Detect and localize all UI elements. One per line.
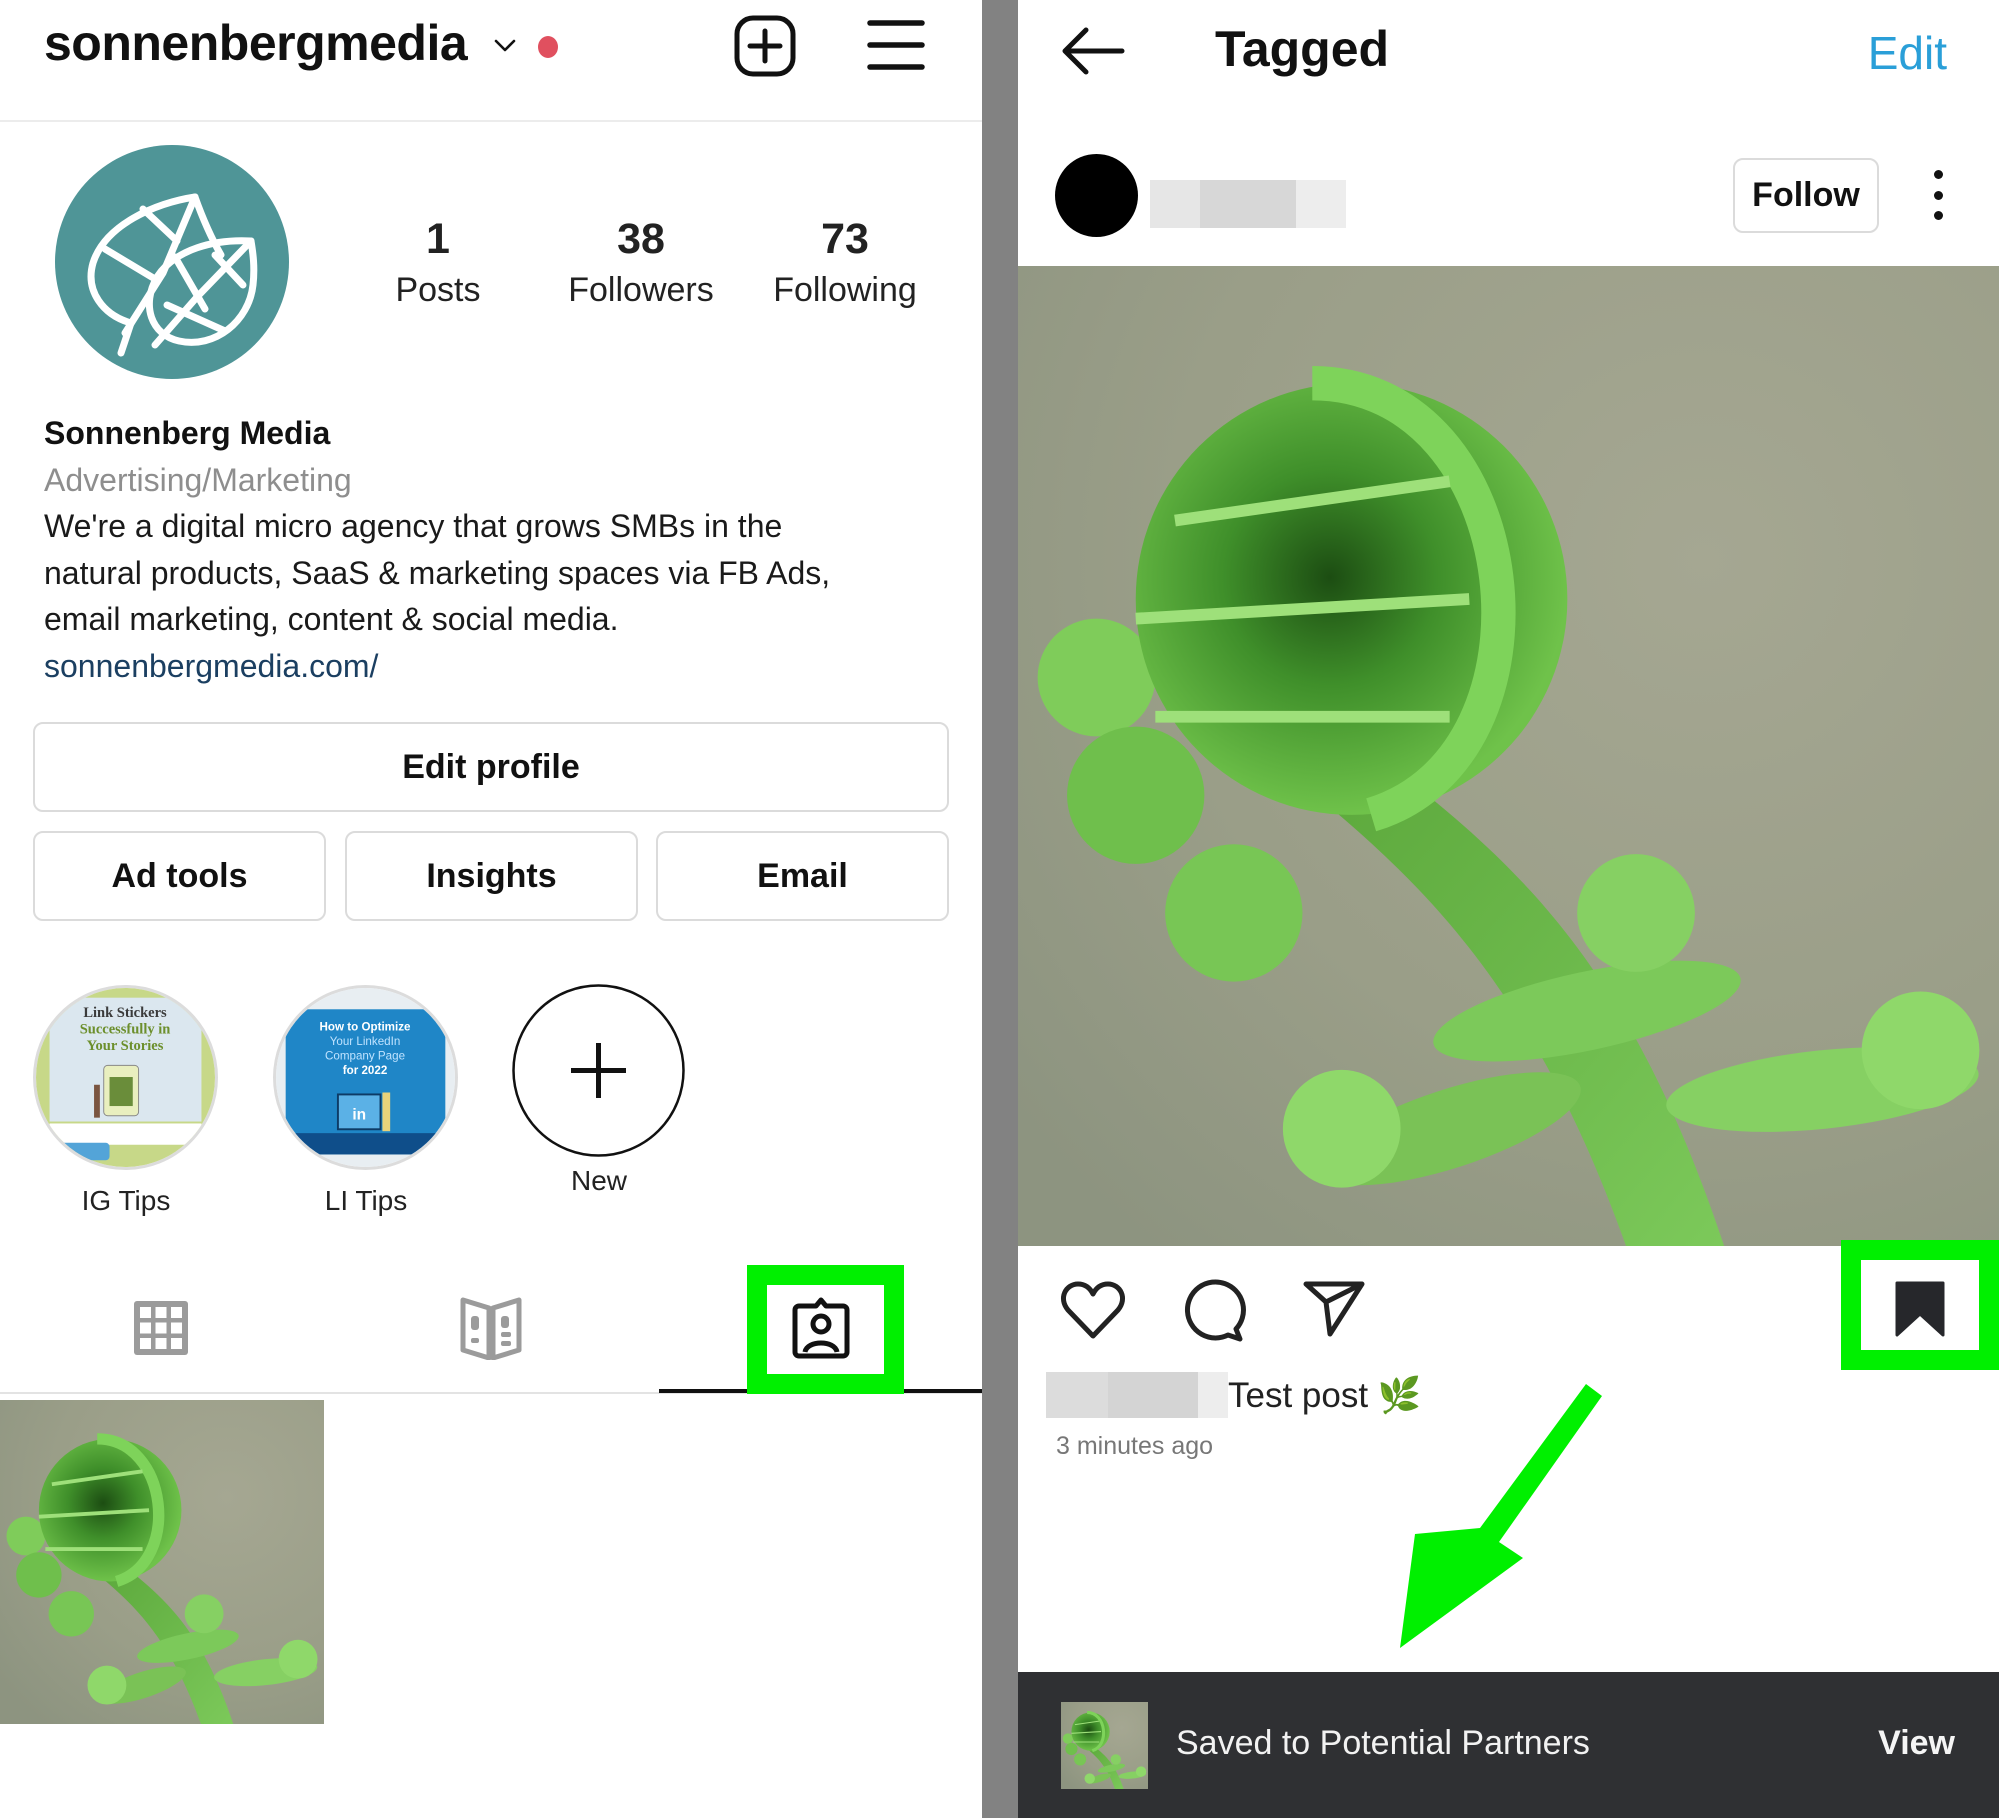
bio-line: email marketing, content & social media. bbox=[44, 601, 619, 637]
post-author-name-redacted[interactable] bbox=[1150, 180, 1346, 228]
notification-dot bbox=[538, 36, 558, 58]
share-icon[interactable] bbox=[1302, 1280, 1366, 1338]
tab-guides[interactable] bbox=[411, 1275, 571, 1380]
profile-bio: Sonnenberg Media Advertising/Marketing W… bbox=[44, 410, 944, 689]
bio-line: natural products, SaaS & marketing space… bbox=[44, 554, 831, 591]
followers-label: Followers bbox=[568, 271, 714, 309]
profile-screen: sonnenbergmedia 1 Posts 38 Followers 73 … bbox=[0, 0, 982, 1818]
profile-avatar[interactable] bbox=[55, 145, 289, 379]
highlight-new[interactable]: New bbox=[511, 983, 686, 1196]
tagged-post-thumbnail[interactable] bbox=[0, 1400, 324, 1724]
fern-thumbnail-image bbox=[0, 1400, 324, 1724]
stat-following[interactable]: 73 Following bbox=[745, 212, 945, 312]
svg-text:for 2022: for 2022 bbox=[343, 1064, 388, 1077]
post-image[interactable] bbox=[1018, 266, 1999, 1246]
highlight-cover: Link Stickers Successfully in Your Stori… bbox=[33, 985, 218, 1170]
stat-posts[interactable]: 1 Posts bbox=[338, 212, 538, 312]
following-count: 73 bbox=[821, 215, 869, 263]
bio-line: We're a digital micro agency that grows … bbox=[44, 508, 783, 544]
heart-icon[interactable] bbox=[1060, 1280, 1126, 1340]
svg-text:Successfully in: Successfully in bbox=[80, 1021, 171, 1037]
hamburger-menu-icon[interactable] bbox=[866, 18, 926, 74]
highlight-label: New bbox=[570, 1165, 627, 1196]
tab-tagged[interactable] bbox=[741, 1275, 901, 1380]
grid-icon bbox=[134, 1300, 188, 1355]
tagged-person-icon bbox=[792, 1297, 850, 1358]
plus-square-icon[interactable] bbox=[733, 14, 797, 78]
screen-divider bbox=[982, 0, 1018, 1818]
svg-text:How to Optimize: How to Optimize bbox=[320, 1021, 411, 1034]
chevron-down-icon[interactable] bbox=[490, 30, 520, 60]
email-button[interactable]: Email bbox=[656, 831, 949, 921]
leaf-logo-icon bbox=[87, 193, 258, 357]
back-arrow-icon[interactable] bbox=[1060, 26, 1126, 76]
highlight-ig-tips[interactable]: Link Stickers Successfully in Your Stori… bbox=[33, 985, 218, 1216]
highlight-cover: How to Optimize Your LinkedIn Company Pa… bbox=[273, 985, 458, 1170]
ad-tools-button[interactable]: Ad tools bbox=[33, 831, 326, 921]
toast-message: Saved to Potential Partners bbox=[1176, 1724, 1590, 1762]
post-timestamp: 3 minutes ago bbox=[1056, 1432, 1214, 1460]
new-highlight-circle bbox=[512, 984, 685, 1157]
saved-toast: Saved to Potential Partners View bbox=[1018, 1672, 1999, 1818]
insights-button[interactable]: Insights bbox=[345, 831, 638, 921]
followers-count: 38 bbox=[617, 215, 665, 263]
profile-header: sonnenbergmedia bbox=[0, 0, 982, 122]
svg-text:in: in bbox=[352, 1107, 366, 1124]
highlight-li-tips[interactable]: How to Optimize Your LinkedIn Company Pa… bbox=[273, 985, 458, 1216]
active-tab-indicator bbox=[659, 1389, 982, 1393]
page-title: Tagged bbox=[1215, 21, 1390, 77]
following-label: Following bbox=[773, 271, 917, 309]
more-vertical-icon[interactable] bbox=[1923, 170, 1953, 220]
annotation-arrow bbox=[1400, 1384, 1602, 1648]
highlight-label: LI Tips bbox=[324, 1185, 408, 1216]
bookmark-filled-icon[interactable] bbox=[1894, 1280, 1946, 1338]
edit-link[interactable]: Edit bbox=[1868, 26, 1947, 80]
follow-button[interactable]: Follow bbox=[1733, 158, 1879, 233]
svg-text:Link Stickers: Link Stickers bbox=[83, 1005, 167, 1021]
comment-icon[interactable] bbox=[1182, 1279, 1246, 1343]
tab-posts-grid[interactable] bbox=[81, 1275, 241, 1380]
posts-count: 1 bbox=[426, 215, 450, 263]
display-name: Sonnenberg Media bbox=[44, 415, 331, 451]
category-label: Advertising/Marketing bbox=[44, 461, 352, 498]
account-username[interactable]: sonnenbergmedia bbox=[44, 14, 468, 72]
website-link[interactable]: sonnenbergmedia.com/ bbox=[44, 643, 944, 690]
toast-thumbnail bbox=[1061, 1702, 1148, 1789]
svg-text:Your LinkedIn: Your LinkedIn bbox=[330, 1035, 401, 1048]
svg-text:Your Stories: Your Stories bbox=[87, 1038, 164, 1054]
highlight-label: IG Tips bbox=[81, 1185, 171, 1216]
posts-label: Posts bbox=[395, 271, 481, 309]
caption-author-redacted[interactable] bbox=[1046, 1372, 1228, 1418]
stat-followers[interactable]: 38 Followers bbox=[541, 212, 741, 312]
fern-photo bbox=[1018, 266, 1999, 1246]
post-author-avatar[interactable] bbox=[1055, 154, 1138, 237]
guide-icon bbox=[460, 1297, 522, 1360]
tagged-screen: Tagged Edit Follow Test post 🌿 3 minutes… bbox=[1018, 0, 1999, 1818]
toast-view-button[interactable]: View bbox=[1878, 1724, 1955, 1763]
edit-profile-button[interactable]: Edit profile bbox=[33, 722, 949, 812]
post-caption: Test post 🌿 bbox=[1046, 1372, 1421, 1418]
svg-text:Company Page: Company Page bbox=[325, 1050, 405, 1063]
